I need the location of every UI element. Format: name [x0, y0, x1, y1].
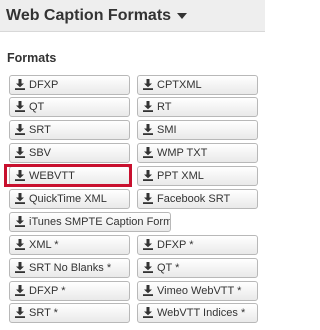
button-label: CPTXML	[157, 79, 202, 92]
button-label: QuickTime XML	[29, 193, 107, 206]
download-icon	[143, 123, 153, 135]
download-icon	[15, 146, 25, 158]
download-icon	[15, 238, 25, 250]
download-icon	[15, 215, 25, 227]
button-label: QT *	[157, 262, 180, 275]
page-title: Web Caption Formats	[6, 7, 172, 24]
download-sbv-button[interactable]: SBV	[9, 143, 130, 163]
button-label: Vimeo WebVTT *	[157, 285, 242, 298]
button-label: iTunes SMPTE Caption Format	[29, 216, 171, 229]
button-label: RT	[157, 101, 172, 114]
caret-down-icon	[177, 12, 188, 19]
download-vimeo-webvtt-button[interactable]: Vimeo WebVTT *	[137, 281, 258, 301]
button-label: Facebook SRT	[157, 193, 231, 206]
download-icon	[143, 284, 153, 296]
download-icon	[143, 100, 153, 112]
download-dfxp-star-button[interactable]: DFXP *	[137, 235, 258, 255]
download-icon	[15, 169, 25, 181]
download-wmp-txt-button[interactable]: WMP TXT	[137, 143, 258, 163]
download-itunes-smpte-button[interactable]: iTunes SMPTE Caption Format	[9, 212, 171, 232]
button-label: DFXP	[29, 79, 59, 92]
button-label: SRT *	[29, 307, 58, 320]
download-cptxml-button[interactable]: CPTXML	[137, 75, 258, 95]
download-icon	[15, 261, 25, 273]
download-webvtt-indices-button[interactable]: WebVTT Indices *	[137, 303, 258, 323]
download-icon	[143, 78, 153, 90]
header-bar: Web Caption Formats	[0, 0, 265, 32]
download-icon	[143, 261, 153, 273]
download-icon	[143, 146, 153, 158]
button-label: XML *	[29, 239, 59, 252]
button-label: WMP TXT	[157, 147, 208, 160]
button-label: DFXP *	[29, 285, 66, 298]
download-rt-button[interactable]: RT	[137, 97, 258, 117]
section-title: Formats	[7, 51, 57, 65]
button-label: PPT XML	[157, 170, 204, 183]
download-quicktime-xml-button[interactable]: QuickTime XML	[9, 189, 130, 209]
download-icon	[15, 192, 25, 204]
button-label: SMI	[157, 124, 177, 137]
download-qt-button[interactable]: QT	[9, 97, 130, 117]
button-label: WEBVTT	[29, 170, 75, 183]
download-srt-no-blanks-button[interactable]: SRT No Blanks *	[9, 258, 130, 278]
download-icon	[15, 78, 25, 90]
button-label: SRT No Blanks *	[29, 262, 112, 275]
download-icon	[15, 306, 25, 318]
download-icon	[143, 238, 153, 250]
button-label: WebVTT Indices *	[157, 307, 246, 320]
download-ppt-xml-button[interactable]: PPT XML	[137, 166, 258, 186]
download-xml-star-button[interactable]: XML *	[9, 235, 130, 255]
format-dropdown-toggle[interactable]: Web Caption Formats	[6, 6, 188, 26]
button-label: SRT	[29, 124, 51, 137]
button-label: QT	[29, 101, 45, 114]
download-icon	[143, 306, 153, 318]
download-icon	[143, 192, 153, 204]
download-icon	[143, 169, 153, 181]
download-srt-button[interactable]: SRT	[9, 120, 130, 140]
button-label: SBV	[29, 147, 52, 160]
download-icon	[15, 100, 25, 112]
download-srt-star-button[interactable]: SRT *	[9, 303, 130, 323]
download-webvtt-button[interactable]: WEBVTT	[9, 166, 130, 186]
download-dfxp-star-2-button[interactable]: DFXP *	[9, 281, 130, 301]
download-icon	[15, 123, 25, 135]
download-qt-star-button[interactable]: QT *	[137, 258, 258, 278]
download-dfxp-button[interactable]: DFXP	[9, 75, 130, 95]
download-facebook-srt-button[interactable]: Facebook SRT	[137, 189, 258, 209]
download-icon	[15, 284, 25, 296]
button-label: DFXP *	[157, 239, 194, 252]
download-smi-button[interactable]: SMI	[137, 120, 258, 140]
